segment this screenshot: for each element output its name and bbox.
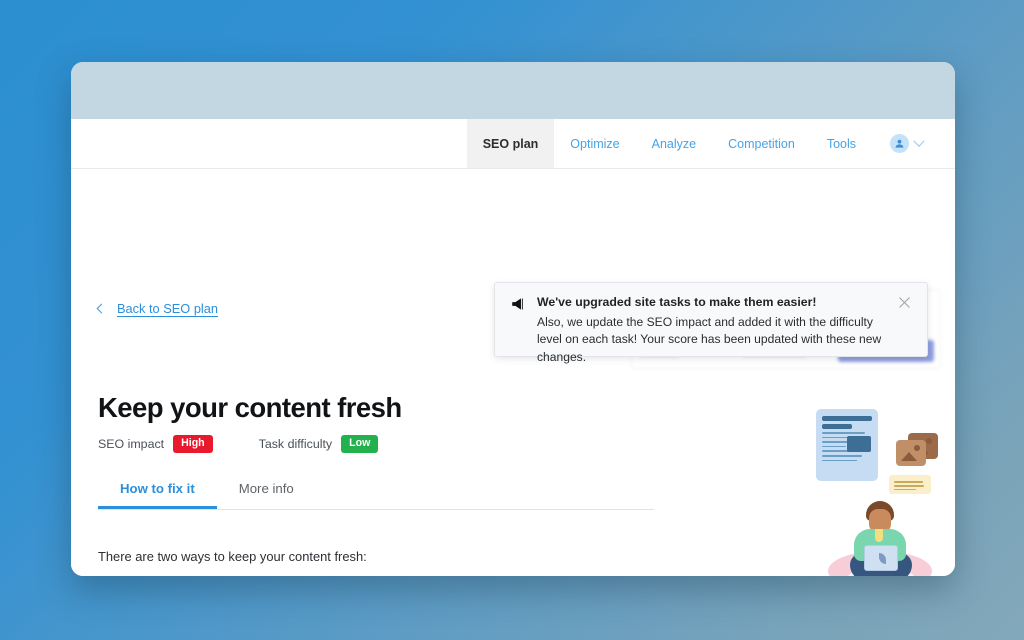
image-card-front	[896, 440, 926, 466]
tab-label: How to fix it	[120, 481, 195, 496]
top-navigation: SEO plan Optimize Analyze Competition To…	[71, 119, 955, 169]
body-copy: There are two ways to keep your content …	[98, 549, 654, 576]
tab-how-to-fix-it[interactable]: How to fix it	[98, 481, 217, 509]
document-card	[816, 409, 878, 481]
person-figure	[846, 501, 916, 576]
task-meta-row: SEO impact High Task difficulty Low	[98, 435, 379, 453]
person-with-laptop-illustration	[816, 409, 946, 576]
nav-tab-label: Analyze	[651, 136, 697, 151]
page-title: Keep your content fresh	[98, 392, 402, 423]
page-viewport: SEO plan Optimize Analyze Competition To…	[71, 119, 955, 576]
nav-tab-tools[interactable]: Tools	[811, 119, 872, 168]
notification-text: Also, we update the SEO impact and added…	[537, 315, 882, 364]
nav-tab-label: Tools	[826, 136, 856, 151]
notification-tooltip: We've upgraded site tasks to make them e…	[494, 282, 928, 364]
notification-body: We've upgraded site tasks to make them e…	[537, 295, 886, 364]
main-content: Back to SEO plan Keep your content fresh…	[71, 169, 955, 576]
close-icon[interactable]	[897, 295, 913, 311]
user-avatar-icon	[890, 134, 909, 153]
task-difficulty-label: Task difficulty	[258, 436, 333, 451]
content-tabs: How to fix it More info	[98, 481, 654, 510]
browser-window: SEO plan Optimize Analyze Competition To…	[71, 62, 955, 576]
tab-label: More info	[238, 481, 294, 496]
nav-tab-optimize[interactable]: Optimize	[554, 119, 635, 168]
nav-tab-competition[interactable]: Competition	[712, 119, 811, 168]
intro-line: There are two ways to keep your content …	[98, 549, 367, 564]
seo-impact-label: SEO impact	[98, 436, 165, 451]
task-difficulty-badge: Low	[341, 435, 379, 453]
back-to-seo-plan-link[interactable]: Back to SEO plan	[96, 301, 219, 316]
megaphone-icon	[511, 295, 526, 344]
seo-impact-badge: High	[173, 435, 213, 453]
chevron-down-icon	[913, 135, 925, 147]
account-menu[interactable]	[872, 119, 927, 168]
nav-tab-label: SEO plan	[482, 136, 539, 151]
nav-tab-seo-plan[interactable]: SEO plan	[466, 119, 555, 168]
nav-tab-label: Competition	[728, 136, 795, 151]
window-titlebar	[71, 62, 955, 119]
chevron-left-icon	[96, 303, 107, 314]
notification-title: We've upgraded site tasks to make them e…	[537, 295, 817, 309]
back-link-label: Back to SEO plan	[117, 301, 219, 316]
nav-tab-analyze[interactable]: Analyze	[636, 119, 712, 168]
tab-more-info[interactable]: More info	[217, 481, 316, 509]
nav-tab-label: Optimize	[570, 136, 620, 151]
note-card	[889, 475, 931, 494]
